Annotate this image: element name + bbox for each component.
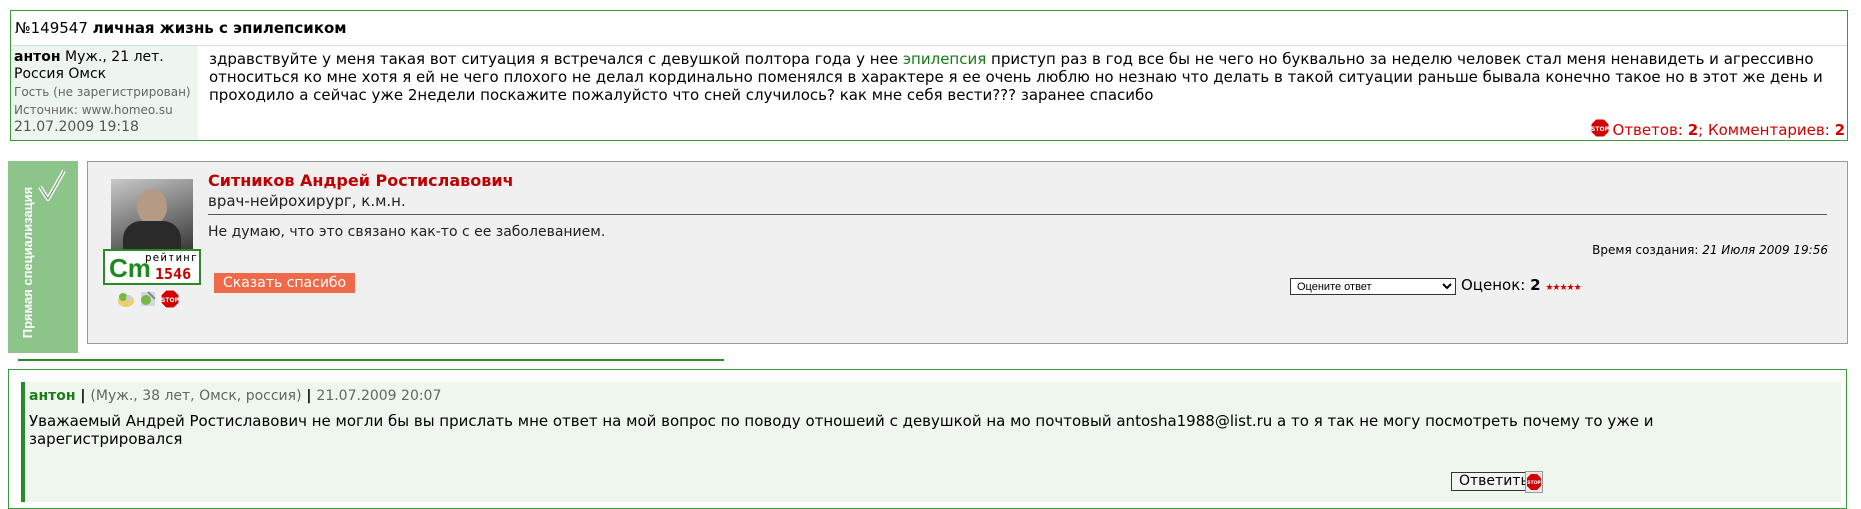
section-divider bbox=[18, 359, 724, 361]
question-author-panel: антон Муж., 21 лет. Россия Омск Гость (н… bbox=[11, 46, 198, 140]
stop-icon[interactable]: STOP bbox=[1590, 118, 1610, 142]
question-source: Источник: www.homeo.su bbox=[14, 103, 173, 117]
doctor-badges: STOP bbox=[116, 289, 180, 313]
award-icon-2[interactable] bbox=[138, 289, 158, 313]
doctor-name[interactable]: Ситников Андрей Ростиславович bbox=[208, 171, 514, 190]
question-header: №149547 личная жизнь с эпилепсиком bbox=[11, 11, 1847, 46]
rating-caption: рейтинг bbox=[145, 251, 199, 264]
comment-meta: антон | (Муж., 38 лет, Омск, россия) | 2… bbox=[29, 388, 442, 404]
answers-count: 2 bbox=[1687, 121, 1699, 139]
stop-icon[interactable]: STOP bbox=[1525, 471, 1543, 497]
specialization-label: Прямая специализация bbox=[20, 186, 36, 338]
answer-text: Не думаю, что это связано как-то с ее за… bbox=[208, 224, 606, 240]
rate-answer-select[interactable]: Оцените ответ bbox=[1290, 278, 1456, 295]
svg-text:STOP: STOP bbox=[161, 297, 180, 304]
comment-author: антон bbox=[29, 388, 76, 404]
reply-button[interactable]: Ответить bbox=[1451, 472, 1537, 491]
question-author-location: Россия Омск bbox=[14, 66, 107, 82]
rating-stars: ★★★★★ bbox=[1545, 283, 1581, 293]
question-date: 21.07.2009 19:18 bbox=[14, 119, 139, 135]
rating-badge[interactable]: Cm рейтинг 1546 bbox=[103, 249, 201, 285]
comment-date: 21.07.2009 20:07 bbox=[316, 388, 442, 404]
doctor-avatar[interactable] bbox=[111, 179, 193, 249]
comment-block: антон | (Муж., 38 лет, Омск, россия) | 2… bbox=[8, 369, 1847, 509]
question-block: №149547 личная жизнь с эпилепсиком антон… bbox=[10, 10, 1848, 141]
question-author-info: Муж., 21 лет. bbox=[64, 49, 164, 65]
svg-text:STOP: STOP bbox=[1591, 126, 1610, 133]
question-author-status: Гость (не зарегистрирован) bbox=[14, 85, 191, 99]
rating-value: 1546 bbox=[155, 265, 192, 283]
question-author-name: антон bbox=[14, 49, 61, 65]
question-title: личная жизнь с эпилепсиком bbox=[92, 19, 347, 37]
award-icon-1[interactable] bbox=[116, 289, 136, 313]
svg-text:STOP: STOP bbox=[1527, 480, 1541, 486]
question-number: №149547 bbox=[15, 19, 88, 37]
comments-label: ; Комментариев: bbox=[1698, 121, 1835, 139]
answers-label: Ответов: bbox=[1612, 121, 1688, 139]
question-text: здравствуйте у меня такая вот ситуация я… bbox=[209, 50, 1823, 104]
answer-score: Оценок: 2 ★★★★★ bbox=[1461, 276, 1582, 294]
comment-card: антон | (Муж., 38 лет, Омск, россия) | 2… bbox=[21, 382, 1841, 502]
checkmark-icon bbox=[38, 169, 66, 207]
epilepsy-link[interactable]: эпилепсия bbox=[903, 50, 986, 68]
comment-text: Уважаемый Андрей Ростиславович не могли … bbox=[29, 412, 1654, 448]
answer-block: Прямая специализация Cm рейтинг 1546 STO… bbox=[8, 161, 1848, 353]
doctor-title: врач-нейрохирург, к.м.н. bbox=[208, 192, 406, 210]
answer-created: Время создания: 21 Июля 2009 19:56 bbox=[1592, 243, 1828, 257]
stop-icon[interactable]: STOP bbox=[160, 289, 180, 313]
say-thanks-button[interactable]: Сказать спасибо bbox=[214, 273, 356, 293]
specialization-tab: Прямая специализация bbox=[8, 161, 78, 353]
question-stats: STOP Ответов: 2; Комментариев: 2 bbox=[1590, 118, 1845, 142]
comment-author-info: (Муж., 38 лет, Омск, россия) bbox=[90, 388, 302, 404]
comments-count: 2 bbox=[1834, 121, 1845, 139]
answer-divider bbox=[208, 214, 1827, 215]
answer-card: Cm рейтинг 1546 STOP Ситников Андрей Рос… bbox=[87, 161, 1848, 344]
